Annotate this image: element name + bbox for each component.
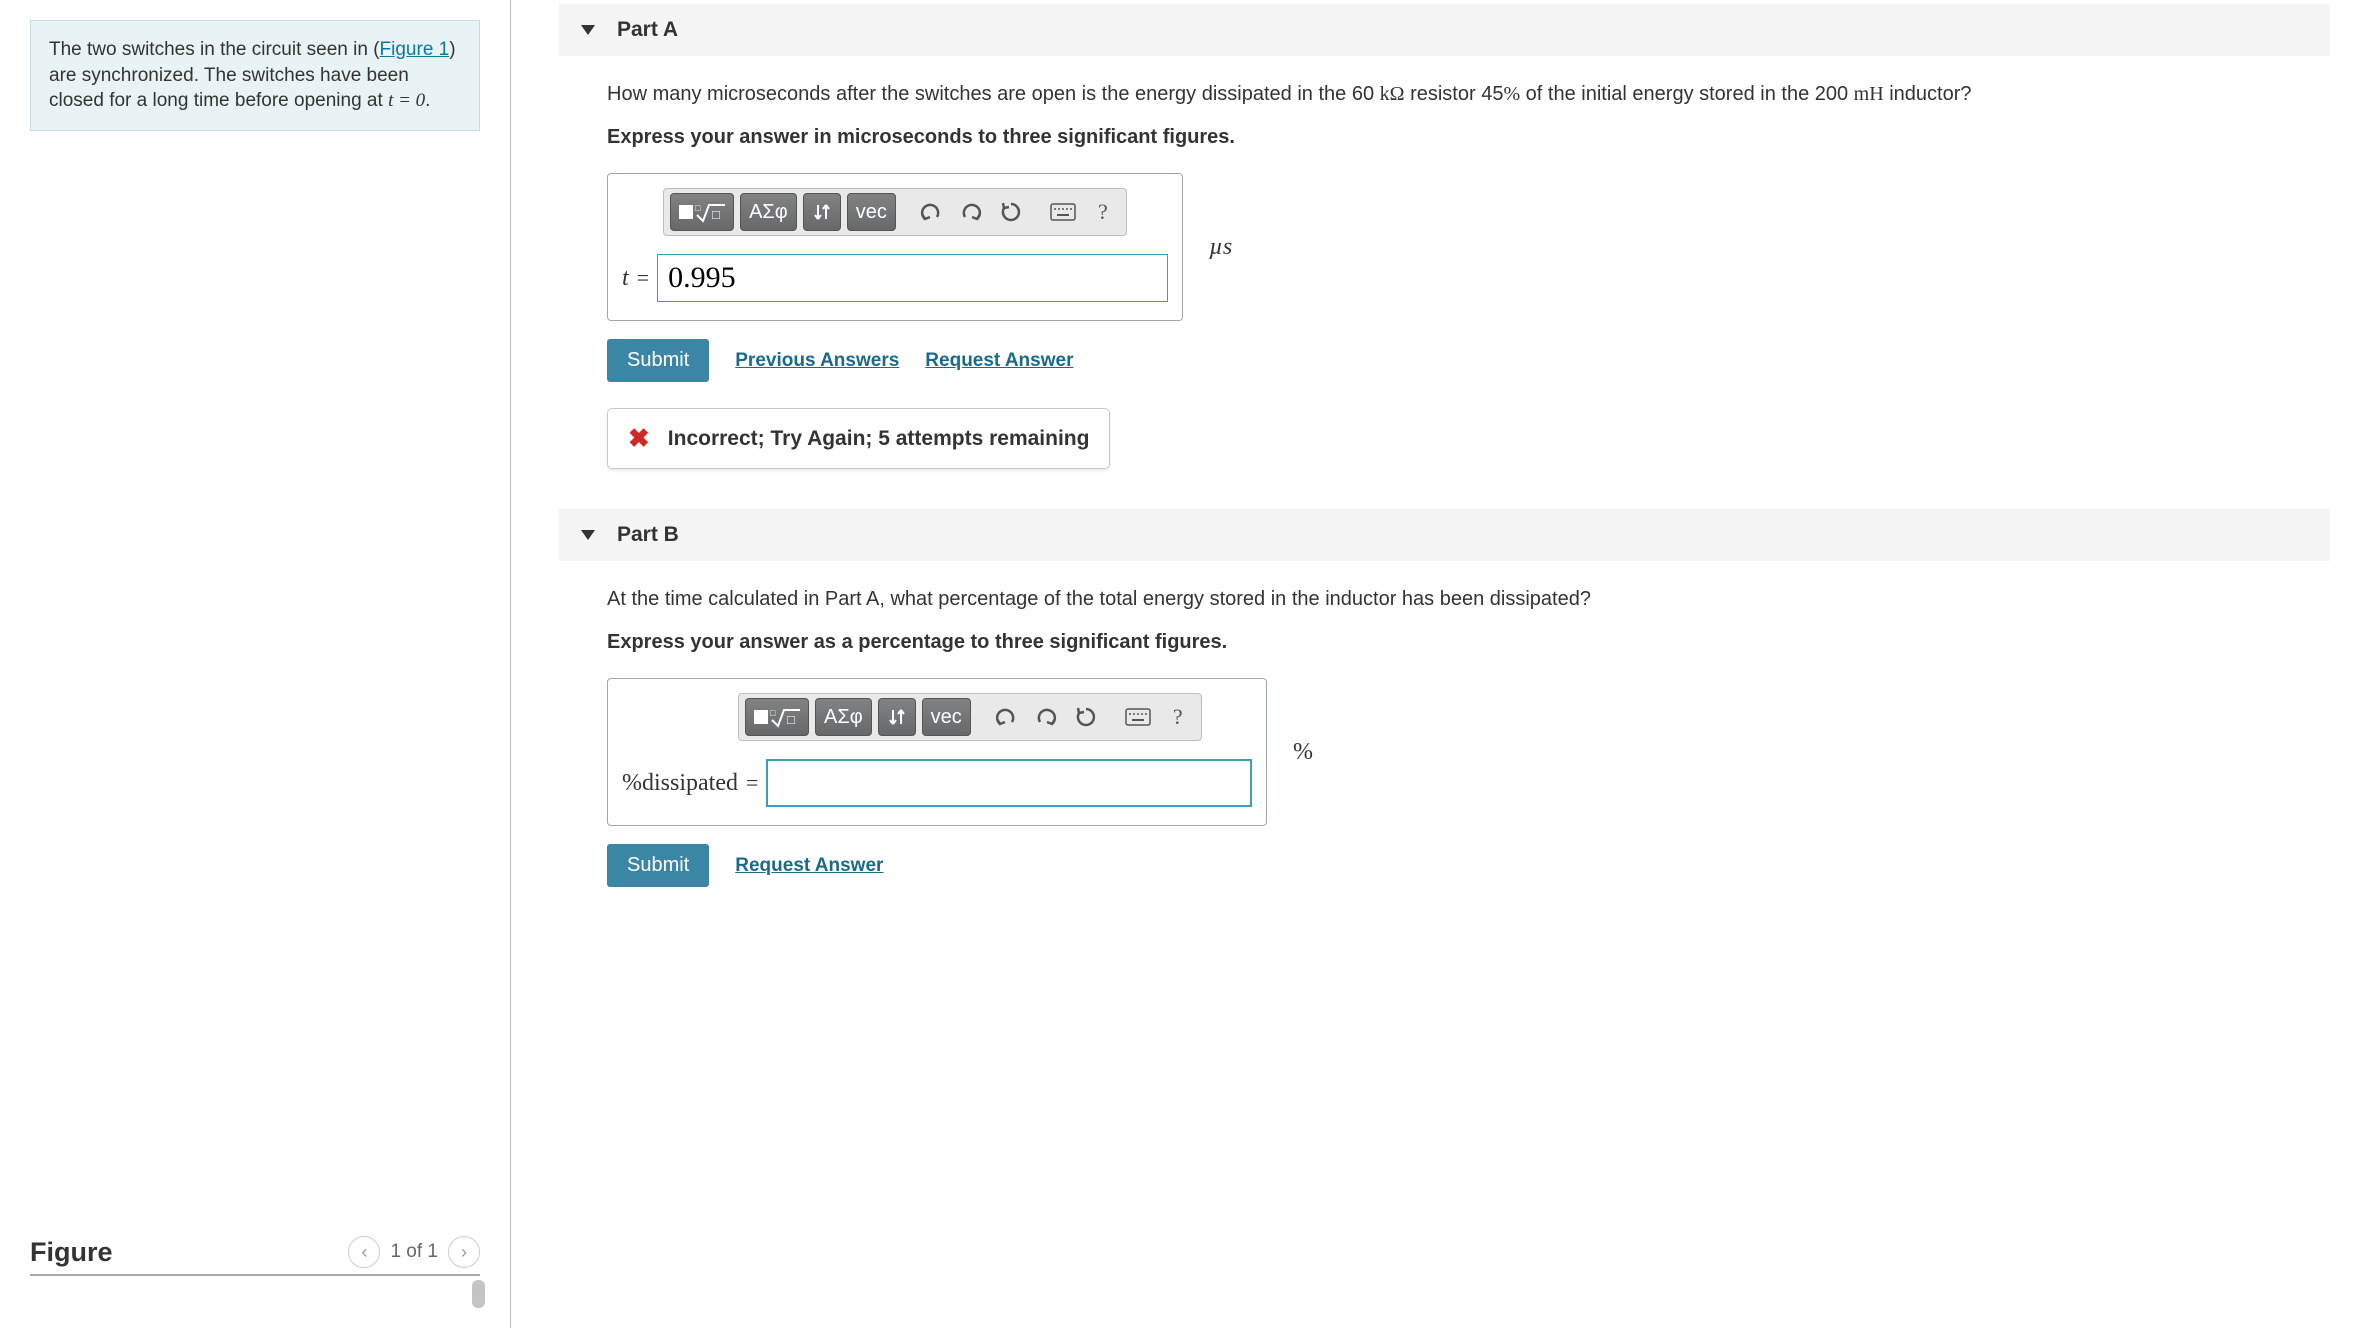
undo-icon [920,202,942,222]
redo-button[interactable] [954,195,988,229]
part-b-header[interactable]: Part B [559,509,2330,561]
redo-button[interactable] [1029,700,1063,734]
part-b-body: At the time calculated in Part A, what p… [559,585,2330,927]
root-icon: □□ [770,706,800,728]
math-toolbar-a: □□ ΑΣφ vec [663,188,1127,236]
part-a-instruction: Express your answer in microseconds to t… [607,126,2330,149]
part-b-title: Part B [617,523,679,547]
redo-icon [1035,707,1057,727]
part-a-answer-box: □□ ΑΣφ vec [607,173,1183,321]
figure-scrollbar[interactable] [472,1280,485,1308]
part-a-input[interactable] [657,254,1168,302]
keyboard-icon [1125,708,1151,726]
request-answer-link-a[interactable]: Request Answer [925,350,1073,372]
reset-button[interactable] [1069,700,1103,734]
feedback-text: Incorrect; Try Again; 5 attempts remaini… [668,427,1090,451]
subscript-button[interactable] [878,698,916,736]
equals-sign: = [637,265,649,291]
collapse-icon [581,530,595,540]
prev-figure-button[interactable]: ‹ [348,1236,380,1268]
square-icon [679,205,693,219]
figure-header: Figure ‹ 1 of 1 › [30,1236,480,1276]
problem-text-1: The two switches in the circuit seen in … [49,39,380,60]
svg-text:□: □ [712,207,720,222]
undo-icon [995,707,1017,727]
templates-button[interactable]: □□ [670,193,734,231]
submit-button-a[interactable]: Submit [607,339,709,382]
previous-answers-link[interactable]: Previous Answers [735,350,899,372]
vec-button[interactable]: vec [922,698,971,736]
part-b-actions: Submit Request Answer [607,844,2330,887]
svg-text:□: □ [695,203,701,213]
right-panel: Part A How many microseconds after the s… [510,0,2360,1328]
part-b-input[interactable] [766,759,1252,807]
figure-title: Figure [30,1237,113,1268]
part-b-label: %dissipated [622,770,738,797]
problem-statement: The two switches in the circuit seen in … [30,20,480,131]
reset-button[interactable] [994,195,1028,229]
vec-button[interactable]: vec [847,193,896,231]
part-b-answer-box: □□ ΑΣφ vec [607,678,1267,826]
part-a-header[interactable]: Part A [559,4,2330,56]
math-toolbar-b: □□ ΑΣφ vec [738,693,1202,741]
problem-text-3: . [425,90,430,111]
part-a-body: How many microseconds after the switches… [559,80,2330,509]
subscript-button[interactable] [803,193,841,231]
pager-label: 1 of 1 [390,1241,438,1263]
figure-link[interactable]: Figure 1 [380,39,450,60]
help-button[interactable]: ? [1086,195,1120,229]
undo-button[interactable] [914,195,948,229]
part-a-label: t [622,265,629,292]
reset-icon [1000,201,1022,223]
keyboard-button[interactable] [1121,700,1155,734]
help-button[interactable]: ? [1161,700,1195,734]
greek-button[interactable]: ΑΣφ [740,193,797,231]
submit-button-b[interactable]: Submit [607,844,709,887]
part-a-actions: Submit Previous Answers Request Answer [607,339,2330,382]
root-icon: □□ [695,201,725,223]
part-b-input-row: %dissipated = [608,753,1266,825]
part-b-question: At the time calculated in Part A, what p… [607,585,1977,613]
keyboard-icon [1050,203,1076,221]
keyboard-button[interactable] [1046,195,1080,229]
figure-pager: ‹ 1 of 1 › [348,1236,480,1268]
svg-text:□: □ [770,708,776,718]
left-panel: The two switches in the circuit seen in … [0,0,510,1328]
part-b-unit: % [1293,739,1313,766]
part-a-question: How many microseconds after the switches… [607,80,1977,108]
part-b-instruction: Express your answer as a percentage to t… [607,631,2330,654]
collapse-icon [581,25,595,35]
square-icon [754,710,768,724]
greek-button[interactable]: ΑΣφ [815,698,872,736]
reset-icon [1075,706,1097,728]
part-a-input-row: t = [608,248,1182,320]
figure-area: Figure ‹ 1 of 1 › [30,1216,480,1308]
next-figure-button[interactable]: › [448,1236,480,1268]
part-a-unit: µs [1209,234,1232,261]
feedback-box: ✖ Incorrect; Try Again; 5 attempts remai… [607,408,1110,469]
svg-text:□: □ [787,712,795,727]
incorrect-icon: ✖ [628,423,650,454]
arrows-icon [812,201,832,223]
time-expr: t = 0 [388,90,425,111]
redo-icon [960,202,982,222]
undo-button[interactable] [989,700,1023,734]
equals-sign: = [746,770,758,796]
arrows-icon [887,706,907,728]
request-answer-link-b[interactable]: Request Answer [735,855,883,877]
part-a-title: Part A [617,18,678,42]
templates-button[interactable]: □□ [745,698,809,736]
